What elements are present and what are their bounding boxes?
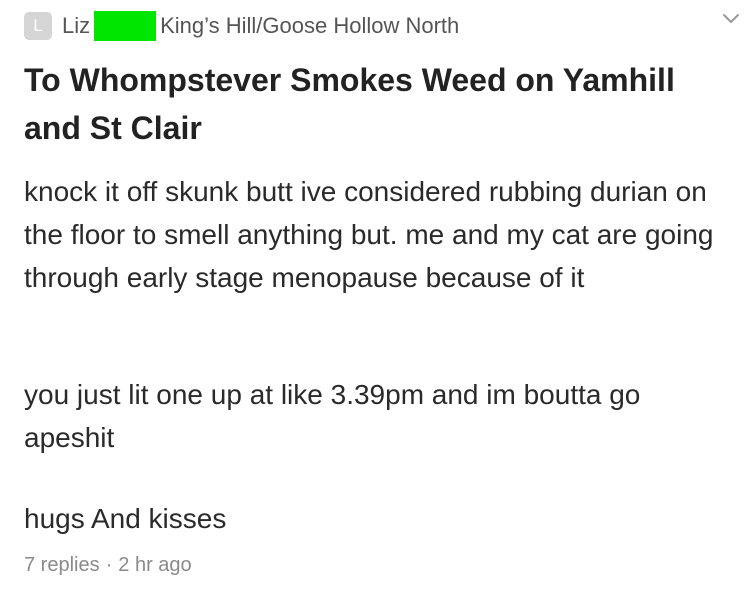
avatar[interactable]: L xyxy=(24,12,52,40)
post-meta: 7 replies · 2 hr ago xyxy=(24,554,192,577)
post-paragraph: knock it off skunk butt ive considered r… xyxy=(24,176,714,293)
post-title[interactable]: To Whompstever Smokes Weed on Yamhill an… xyxy=(24,56,724,152)
name-redaction-bar xyxy=(94,11,157,41)
author-first-name[interactable]: Liz xyxy=(62,13,90,39)
chevron-down-icon[interactable] xyxy=(721,9,741,29)
author-neighborhood[interactable]: King’s Hill/Goose Hollow North xyxy=(160,13,459,39)
author-line[interactable]: Liz King’s Hill/Goose Hollow North xyxy=(62,11,459,41)
post-body: knock it off skunk butt ive considered r… xyxy=(24,170,734,299)
post-card: L Liz King’s Hill/Goose Hollow North To … xyxy=(0,0,749,589)
post-timestamp: 2 hr ago xyxy=(118,554,192,576)
meta-separator: · xyxy=(105,554,113,576)
post-paragraph: hugs And kisses xyxy=(24,503,227,534)
post-paragraph: you just lit one up at like 3.39pm and i… xyxy=(24,379,641,453)
post-header: L Liz King’s Hill/Goose Hollow North xyxy=(24,8,729,44)
replies-link[interactable]: 7 replies xyxy=(24,554,100,577)
